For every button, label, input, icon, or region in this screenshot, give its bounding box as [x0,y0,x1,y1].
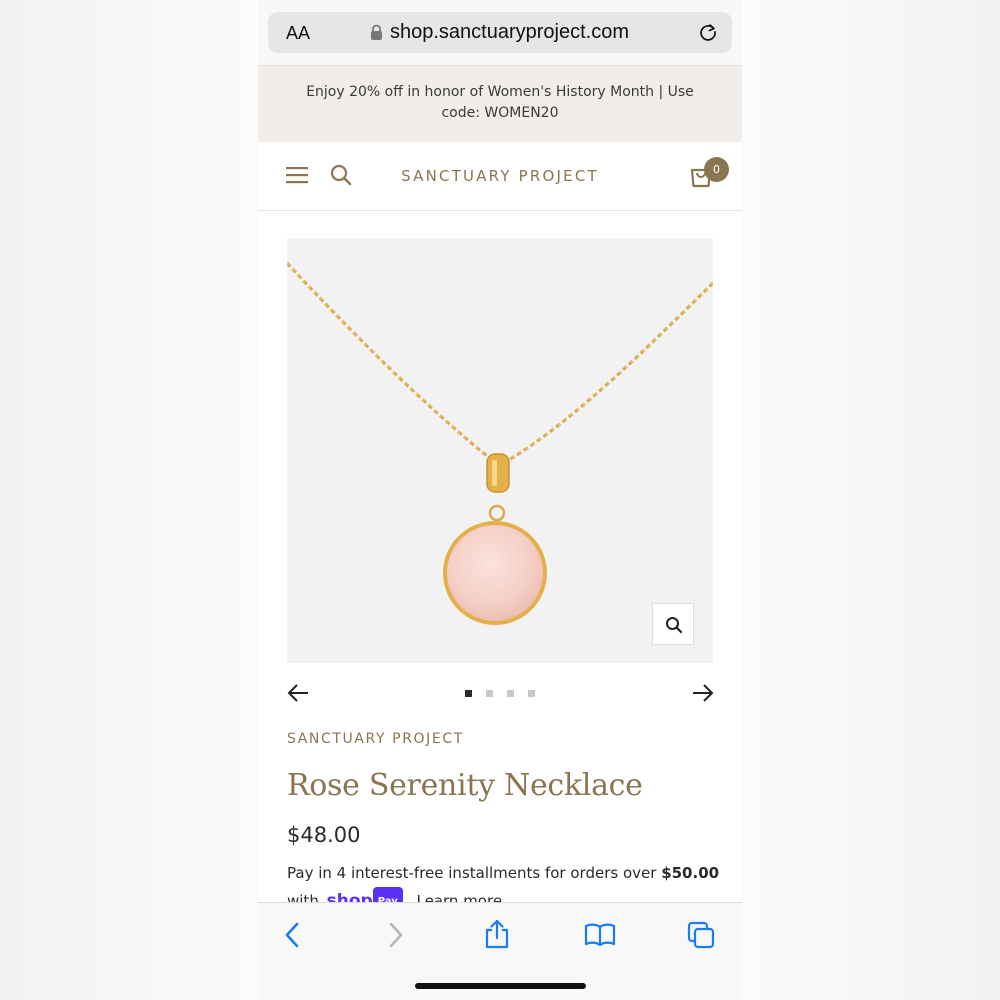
site-header: SANCTUARY PROJECT 0 [258,142,742,211]
site-logo[interactable]: SANCTUARY PROJECT [258,167,742,185]
reload-icon[interactable] [698,22,718,47]
url-text: shop.sanctuaryproject.com [390,21,630,43]
product-vendor[interactable]: SANCTUARY PROJECT [287,731,464,747]
address-bar[interactable]: AA shop.sanctuaryproject.com [268,12,732,53]
carousel-dot-4[interactable] [528,690,535,697]
zoom-icon [666,617,683,634]
necklace-illustration [287,261,713,625]
product-price: $48.00 [287,823,361,847]
home-indicator[interactable] [415,983,586,989]
previous-image-arrow-icon[interactable] [287,683,309,708]
bookmarks-icon[interactable] [584,923,616,952]
zoom-button[interactable] [652,603,694,645]
forward-chevron-icon[interactable] [388,921,404,954]
carousel-dot-1[interactable] [465,690,472,697]
tabs-icon[interactable] [687,921,715,954]
installments-text: Pay in 4 interest-free installments for … [287,864,657,882]
installments-threshold: $50.00 [661,864,720,882]
next-image-arrow-icon[interactable] [692,683,714,708]
background-right [742,0,1000,1000]
promo-banner: Enjoy 20% off in honor of Women's Histor… [258,66,742,142]
carousel-dot-3[interactable] [507,690,514,697]
product-title: Rose Serenity Necklace [287,768,643,803]
product-image[interactable] [287,238,713,663]
text-size-button[interactable]: AA [286,23,310,44]
cart-count-badge: 0 [704,157,729,182]
carousel-dots [465,690,535,697]
carousel-dot-2[interactable] [486,690,493,697]
phone-screen: AA shop.sanctuaryproject.com Enjoy 20% o… [258,0,742,1000]
lock-icon [370,24,383,46]
back-chevron-icon[interactable] [284,921,300,954]
browser-top-bar: AA shop.sanctuaryproject.com [258,0,742,66]
background-left [0,0,258,1000]
share-icon[interactable] [484,919,510,954]
